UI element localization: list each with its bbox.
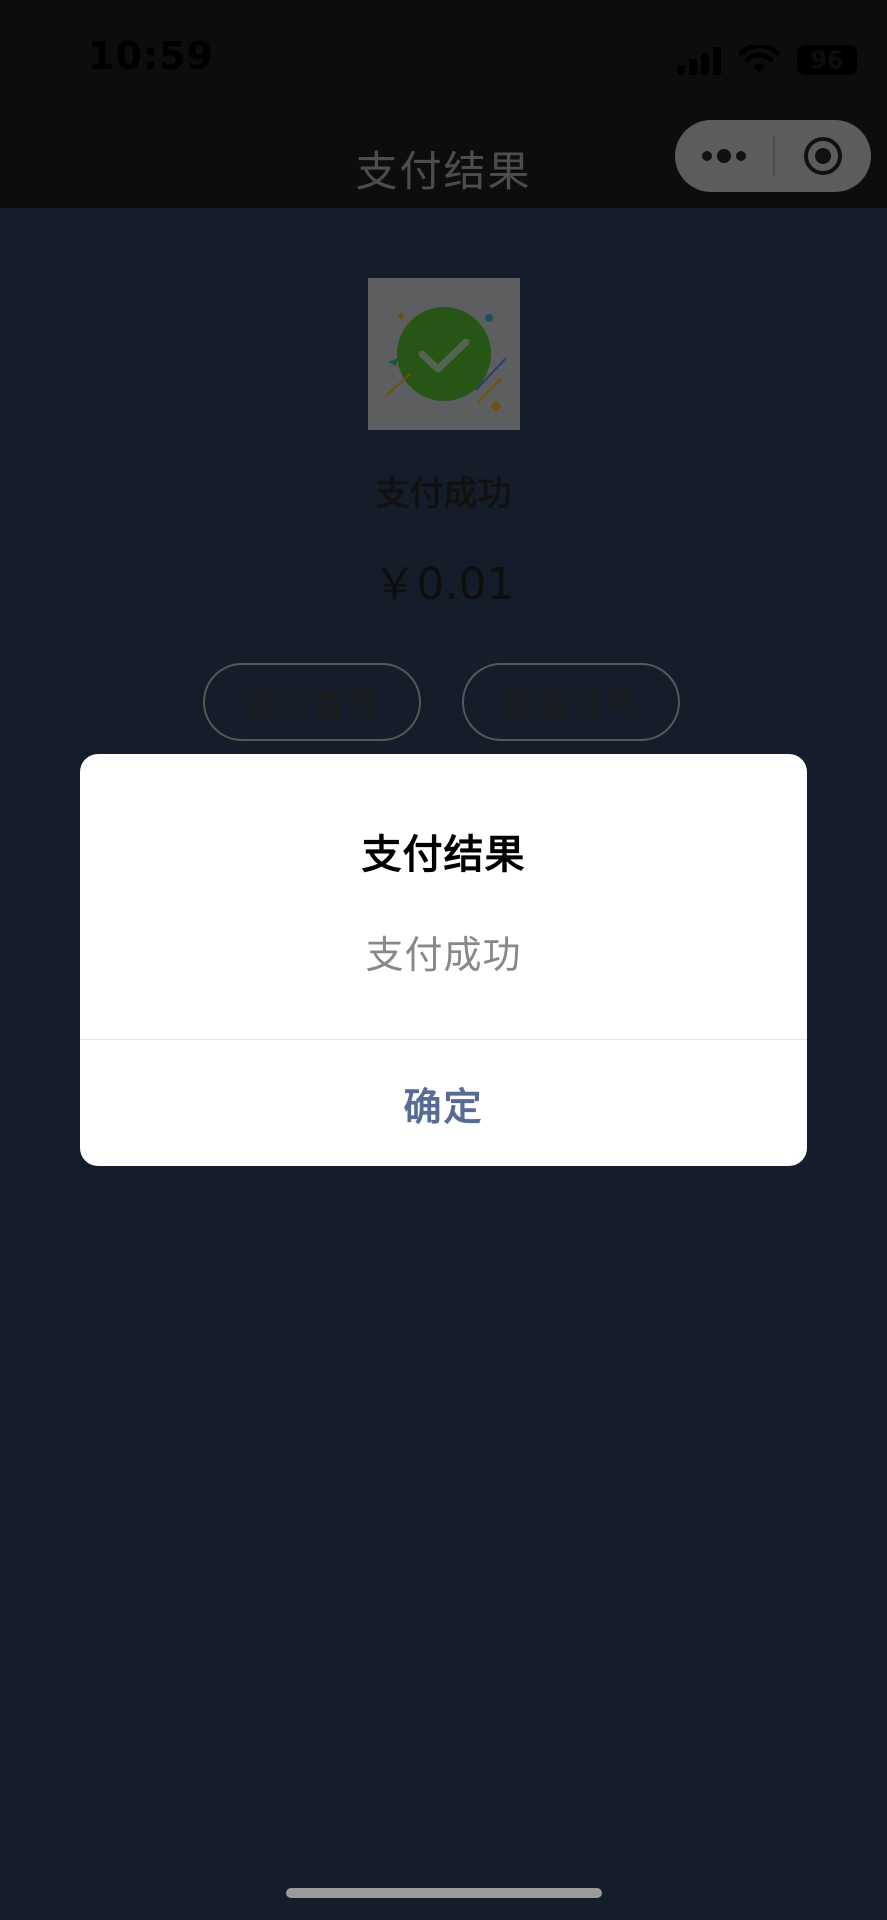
dialog-title: 支付结果 <box>361 832 526 878</box>
home-indicator[interactable] <box>286 1888 602 1898</box>
payment-result-dialog: 支付结果 支付成功 确定 <box>80 754 807 1166</box>
dialog-message: 支付成功 <box>365 933 522 977</box>
confirm-button[interactable]: 确定 <box>80 1040 807 1166</box>
